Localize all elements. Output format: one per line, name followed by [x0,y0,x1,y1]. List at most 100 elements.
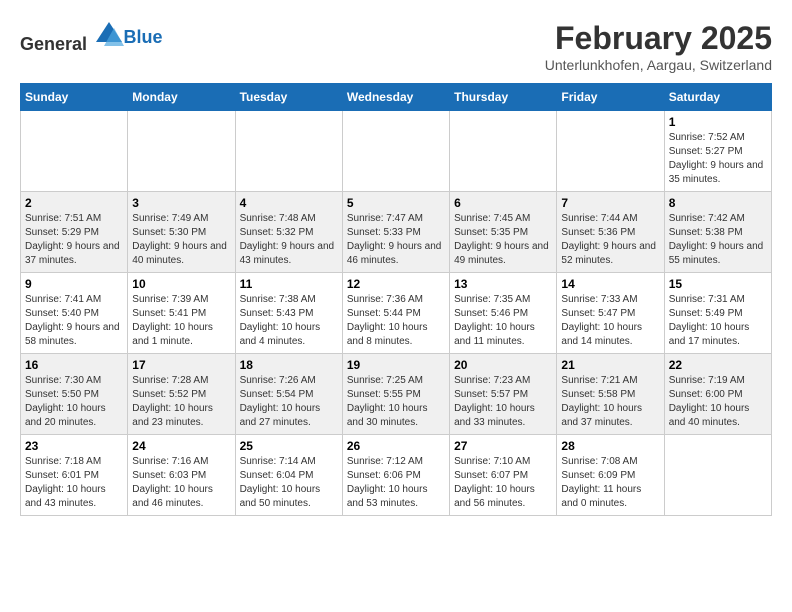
calendar-cell: 23 Sunrise: 7:18 AM Sunset: 6:01 PM Dayli… [21,435,128,516]
calendar-cell: 20 Sunrise: 7:23 AM Sunset: 5:57 PM Dayli… [450,354,557,435]
calendar-cell: 14 Sunrise: 7:33 AM Sunset: 5:47 PM Dayli… [557,273,664,354]
day-info: Sunrise: 7:47 AM Sunset: 5:33 PM Dayligh… [347,212,445,268]
day-number: 22 [669,358,767,372]
weekday-header-wednesday: Wednesday [342,84,449,111]
day-number: 8 [669,196,767,210]
day-number: 26 [347,439,445,453]
week-row-1: 1 Sunrise: 7:52 AM Sunset: 5:27 PM Daylig… [21,111,772,192]
day-info: Sunrise: 7:16 AM Sunset: 6:03 PM Dayligh… [132,455,230,511]
calendar-cell: 25 Sunrise: 7:14 AM Sunset: 6:04 PM Dayli… [235,435,342,516]
calendar-cell: 28Sunrise: 7:08 AM Sunset: 6:09 PM Dayli… [557,435,664,516]
day-number: 5 [347,196,445,210]
day-number: 18 [240,358,338,372]
day-number: 6 [454,196,552,210]
day-info: Sunrise: 7:49 AM Sunset: 5:30 PM Dayligh… [132,212,230,268]
day-number: 13 [454,277,552,291]
day-number: 14 [561,277,659,291]
weekday-header-sunday: Sunday [21,84,128,111]
calendar-cell [557,111,664,192]
logo-blue: Blue [124,27,163,47]
calendar-cell: 27 Sunrise: 7:10 AM Sunset: 6:07 PM Dayli… [450,435,557,516]
day-number: 28 [561,439,659,453]
calendar-cell: 1 Sunrise: 7:52 AM Sunset: 5:27 PM Daylig… [664,111,771,192]
calendar-cell: 7 Sunrise: 7:44 AM Sunset: 5:36 PM Daylig… [557,192,664,273]
day-info: Sunrise: 7:45 AM Sunset: 5:35 PM Dayligh… [454,212,552,268]
calendar-cell: 11 Sunrise: 7:38 AM Sunset: 5:43 PM Dayli… [235,273,342,354]
day-number: 23 [25,439,123,453]
day-info: Sunrise: 7:25 AM Sunset: 5:55 PM Dayligh… [347,374,445,430]
calendar-cell: 24Sunrise: 7:16 AM Sunset: 6:03 PM Dayli… [128,435,235,516]
day-info: Sunrise: 7:38 AM Sunset: 5:43 PM Dayligh… [240,293,338,349]
month-title: February 2025 [545,20,772,57]
calendar-cell: 13 Sunrise: 7:35 AM Sunset: 5:46 PM Dayli… [450,273,557,354]
calendar-cell [235,111,342,192]
day-number: 4 [240,196,338,210]
week-row-3: 9Sunrise: 7:41 AM Sunset: 5:40 PM Daylig… [21,273,772,354]
calendar-cell: 6 Sunrise: 7:45 AM Sunset: 5:35 PM Daylig… [450,192,557,273]
title-block: February 2025 Unterlunkhofen, Aargau, Sw… [545,20,772,73]
day-number: 21 [561,358,659,372]
calendar-cell [21,111,128,192]
day-info: Sunrise: 7:23 AM Sunset: 5:57 PM Dayligh… [454,374,552,430]
calendar-cell: 17Sunrise: 7:28 AM Sunset: 5:52 PM Dayli… [128,354,235,435]
location-title: Unterlunkhofen, Aargau, Switzerland [545,57,772,73]
calendar-cell: 16 Sunrise: 7:30 AM Sunset: 5:50 PM Dayli… [21,354,128,435]
calendar-cell: 21 Sunrise: 7:21 AM Sunset: 5:58 PM Dayli… [557,354,664,435]
day-info: Sunrise: 7:33 AM Sunset: 5:47 PM Dayligh… [561,293,659,349]
day-number: 12 [347,277,445,291]
calendar-cell: 22 Sunrise: 7:19 AM Sunset: 6:00 PM Dayli… [664,354,771,435]
calendar-cell [450,111,557,192]
weekday-header-row: SundayMondayTuesdayWednesdayThursdayFrid… [21,84,772,111]
calendar-table: SundayMondayTuesdayWednesdayThursdayFrid… [20,83,772,516]
weekday-header-monday: Monday [128,84,235,111]
calendar-cell: 4Sunrise: 7:48 AM Sunset: 5:32 PM Daylig… [235,192,342,273]
week-row-5: 23 Sunrise: 7:18 AM Sunset: 6:01 PM Dayli… [21,435,772,516]
day-number: 16 [25,358,123,372]
day-number: 2 [25,196,123,210]
day-number: 9 [25,277,123,291]
day-info: Sunrise: 7:52 AM Sunset: 5:27 PM Dayligh… [669,131,767,187]
day-info: Sunrise: 7:12 AM Sunset: 6:06 PM Dayligh… [347,455,445,511]
day-info: Sunrise: 7:39 AM Sunset: 5:41 PM Dayligh… [132,293,230,349]
logo-icon [94,20,124,50]
day-number: 1 [669,115,767,129]
day-info: Sunrise: 7:19 AM Sunset: 6:00 PM Dayligh… [669,374,767,430]
day-info: Sunrise: 7:14 AM Sunset: 6:04 PM Dayligh… [240,455,338,511]
day-number: 19 [347,358,445,372]
day-info: Sunrise: 7:30 AM Sunset: 5:50 PM Dayligh… [25,374,123,430]
calendar-cell: 8Sunrise: 7:42 AM Sunset: 5:38 PM Daylig… [664,192,771,273]
weekday-header-saturday: Saturday [664,84,771,111]
day-info: Sunrise: 7:35 AM Sunset: 5:46 PM Dayligh… [454,293,552,349]
day-info: Sunrise: 7:44 AM Sunset: 5:36 PM Dayligh… [561,212,659,268]
day-number: 17 [132,358,230,372]
day-info: Sunrise: 7:21 AM Sunset: 5:58 PM Dayligh… [561,374,659,430]
calendar-cell [342,111,449,192]
weekday-header-tuesday: Tuesday [235,84,342,111]
calendar-cell: 19 Sunrise: 7:25 AM Sunset: 5:55 PM Dayli… [342,354,449,435]
calendar-cell: 3 Sunrise: 7:49 AM Sunset: 5:30 PM Daylig… [128,192,235,273]
calendar-cell: 2 Sunrise: 7:51 AM Sunset: 5:29 PM Daylig… [21,192,128,273]
day-info: Sunrise: 7:51 AM Sunset: 5:29 PM Dayligh… [25,212,123,268]
weekday-header-friday: Friday [557,84,664,111]
day-number: 25 [240,439,338,453]
calendar-cell [664,435,771,516]
week-row-2: 2 Sunrise: 7:51 AM Sunset: 5:29 PM Daylig… [21,192,772,273]
day-info: Sunrise: 7:10 AM Sunset: 6:07 PM Dayligh… [454,455,552,511]
logo: General Blue [20,20,163,55]
calendar-cell: 18 Sunrise: 7:26 AM Sunset: 5:54 PM Dayli… [235,354,342,435]
calendar-cell: 15Sunrise: 7:31 AM Sunset: 5:49 PM Dayli… [664,273,771,354]
logo-general: General [20,34,87,54]
day-info: Sunrise: 7:26 AM Sunset: 5:54 PM Dayligh… [240,374,338,430]
week-row-4: 16 Sunrise: 7:30 AM Sunset: 5:50 PM Dayli… [21,354,772,435]
calendar-cell: 10 Sunrise: 7:39 AM Sunset: 5:41 PM Dayli… [128,273,235,354]
day-number: 20 [454,358,552,372]
calendar-cell: 26 Sunrise: 7:12 AM Sunset: 6:06 PM Dayli… [342,435,449,516]
day-number: 7 [561,196,659,210]
day-number: 3 [132,196,230,210]
calendar-cell: 12Sunrise: 7:36 AM Sunset: 5:44 PM Dayli… [342,273,449,354]
weekday-header-thursday: Thursday [450,84,557,111]
day-number: 11 [240,277,338,291]
day-info: Sunrise: 7:18 AM Sunset: 6:01 PM Dayligh… [25,455,123,511]
day-number: 27 [454,439,552,453]
day-number: 10 [132,277,230,291]
